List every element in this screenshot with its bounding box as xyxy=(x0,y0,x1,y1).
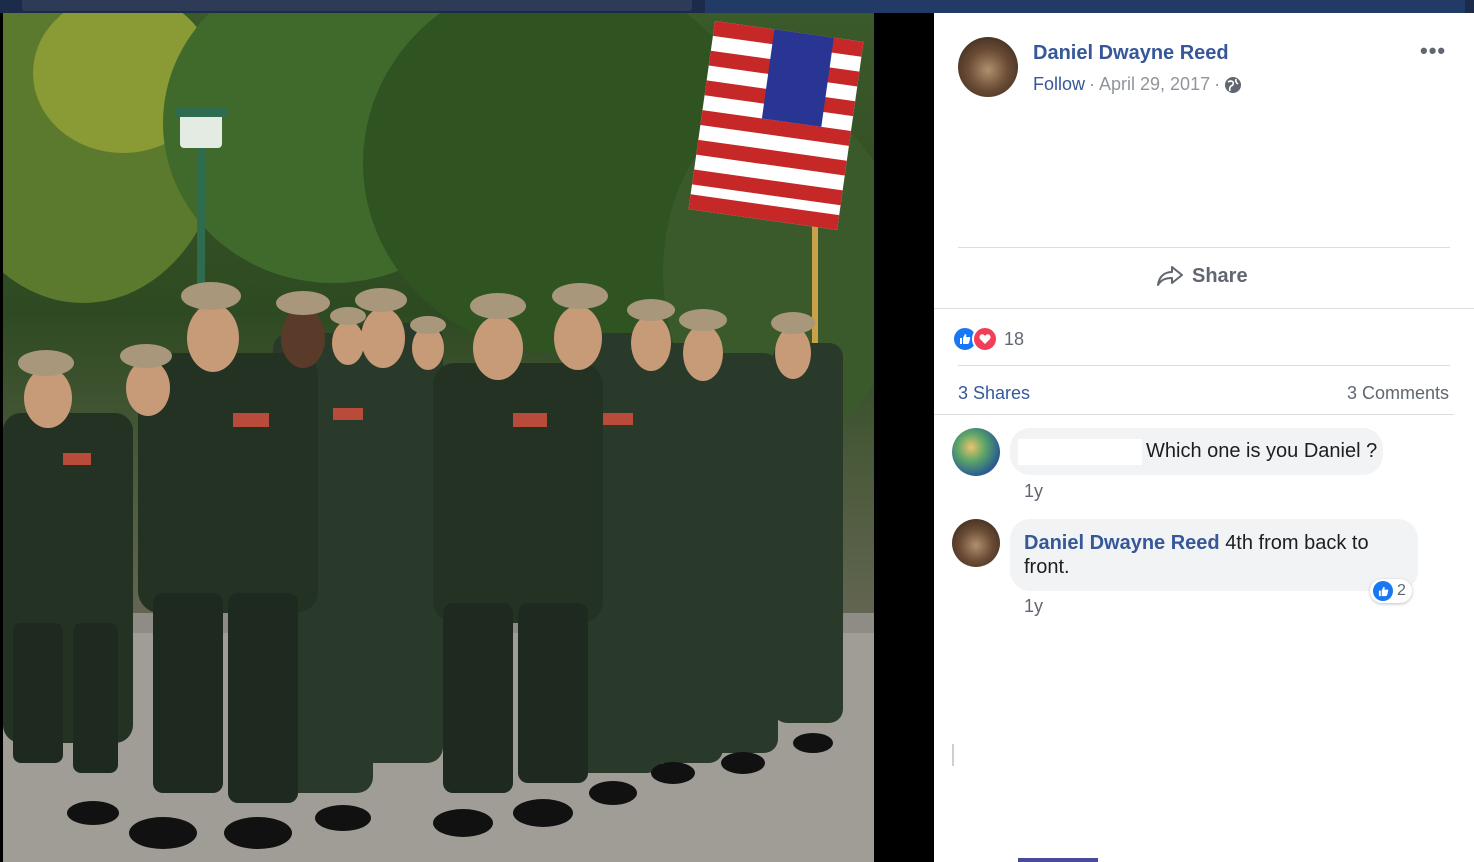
post-author-name[interactable]: Daniel Dwayne Reed xyxy=(1033,42,1229,65)
search-bar[interactable] xyxy=(22,0,692,11)
post-details-panel: Daniel Dwayne Reed Follow · April 29, 20… xyxy=(934,13,1474,862)
partial-element xyxy=(952,744,954,766)
commenter-avatar[interactable] xyxy=(952,428,1000,476)
follow-link[interactable]: Follow xyxy=(1033,74,1085,95)
comment-text: Which one is you Daniel ? xyxy=(1146,440,1378,462)
like-reaction-icon xyxy=(1373,581,1393,601)
share-label: Share xyxy=(1192,264,1248,287)
post-photo[interactable] xyxy=(3,13,874,862)
share-arrow-icon xyxy=(1157,266,1183,286)
love-reaction-icon xyxy=(972,326,998,352)
redacted-commenter-name xyxy=(1018,438,1142,465)
comment-like-badge[interactable]: 2 xyxy=(1370,579,1412,603)
reactions-summary[interactable]: 18 xyxy=(952,326,1024,352)
more-options-button[interactable]: ••• xyxy=(1420,38,1446,64)
comment-author-name[interactable]: Daniel Dwayne Reed xyxy=(1024,532,1220,554)
comment-bubble: Daniel Dwayne Reed 4th from back to fron… xyxy=(1010,519,1418,591)
shares-count-link[interactable]: 3 Shares xyxy=(958,383,1030,404)
marching-soldiers-image xyxy=(3,13,874,862)
comment-timestamp[interactable]: 1y xyxy=(1024,596,1043,617)
meta-separator: · xyxy=(1089,74,1096,94)
share-button[interactable]: Share xyxy=(1156,264,1248,288)
divider xyxy=(934,414,1454,415)
post-date[interactable]: April 29, 2017 xyxy=(1099,74,1210,95)
chat-tab-edge[interactable] xyxy=(1018,858,1098,862)
comments-count-link[interactable]: 3 Comments xyxy=(1347,383,1449,404)
comment-bubble: Which one is you Daniel ? xyxy=(1010,428,1383,475)
nav-links[interactable] xyxy=(705,0,1465,13)
divider xyxy=(934,308,1474,309)
globe-icon xyxy=(1225,76,1242,93)
top-navigation-bar xyxy=(0,0,1474,13)
divider xyxy=(958,247,1450,248)
author-avatar[interactable] xyxy=(958,37,1018,97)
comment-timestamp[interactable]: 1y xyxy=(1024,481,1043,502)
divider xyxy=(958,365,1450,366)
reaction-count: 18 xyxy=(1004,328,1025,349)
comment-like-count: 2 xyxy=(1397,582,1406,599)
commenter-avatar[interactable] xyxy=(952,519,1000,567)
post-meta: Follow · April 29, 2017 · xyxy=(1033,74,1242,95)
meta-separator: · xyxy=(1214,74,1221,94)
